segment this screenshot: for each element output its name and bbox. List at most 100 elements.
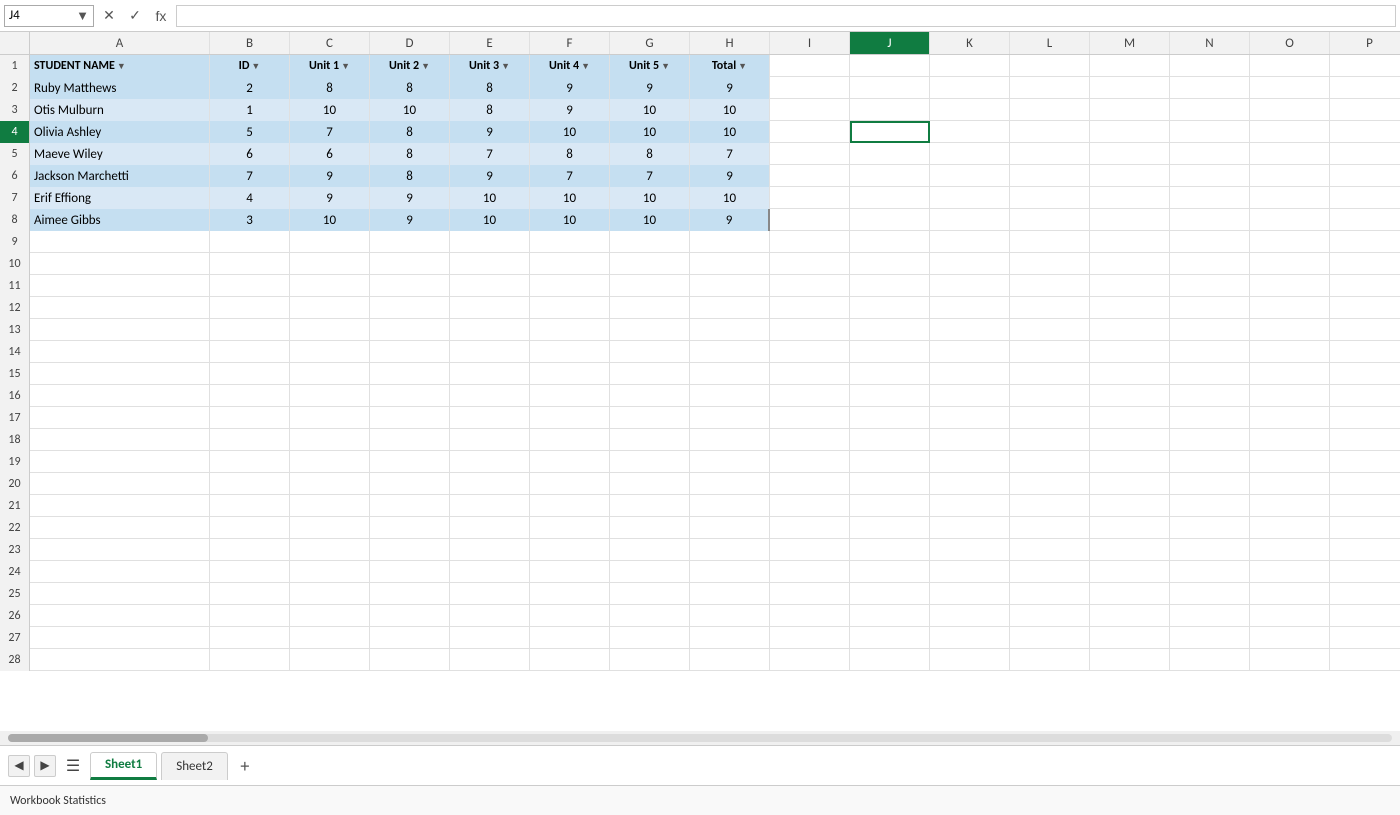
cell-A18[interactable] bbox=[30, 429, 210, 451]
cell-G20[interactable] bbox=[610, 473, 690, 495]
cell-O28[interactable] bbox=[1250, 649, 1330, 671]
cell-C27[interactable] bbox=[290, 627, 370, 649]
cell-F15[interactable] bbox=[530, 363, 610, 385]
cell-I1[interactable] bbox=[770, 55, 850, 77]
cell-C24[interactable] bbox=[290, 561, 370, 583]
column-header-E[interactable]: E bbox=[450, 32, 530, 54]
cell-C2[interactable]: 8 bbox=[290, 77, 370, 99]
cell-N18[interactable] bbox=[1170, 429, 1250, 451]
cell-J14[interactable] bbox=[850, 341, 930, 363]
cell-F28[interactable] bbox=[530, 649, 610, 671]
cell-H13[interactable] bbox=[690, 319, 770, 341]
cell-A19[interactable] bbox=[30, 451, 210, 473]
cell-F14[interactable] bbox=[530, 341, 610, 363]
cell-E20[interactable] bbox=[450, 473, 530, 495]
cell-D20[interactable] bbox=[370, 473, 450, 495]
cell-H15[interactable] bbox=[690, 363, 770, 385]
cell-B17[interactable] bbox=[210, 407, 290, 429]
cell-C4[interactable]: 7 bbox=[290, 121, 370, 143]
cell-G9[interactable] bbox=[610, 231, 690, 253]
cell-P2[interactable] bbox=[1330, 77, 1400, 99]
cell-C19[interactable] bbox=[290, 451, 370, 473]
cell-O12[interactable] bbox=[1250, 297, 1330, 319]
cell-D22[interactable] bbox=[370, 517, 450, 539]
cell-P8[interactable] bbox=[1330, 209, 1400, 231]
cell-D19[interactable] bbox=[370, 451, 450, 473]
cell-M1[interactable] bbox=[1090, 55, 1170, 77]
cell-J1[interactable] bbox=[850, 55, 930, 77]
cell-A22[interactable] bbox=[30, 517, 210, 539]
cell-F25[interactable] bbox=[530, 583, 610, 605]
cell-F7[interactable]: 10 bbox=[530, 187, 610, 209]
cell-M28[interactable] bbox=[1090, 649, 1170, 671]
cell-E11[interactable] bbox=[450, 275, 530, 297]
cell-A12[interactable] bbox=[30, 297, 210, 319]
cell-B11[interactable] bbox=[210, 275, 290, 297]
cell-A28[interactable] bbox=[30, 649, 210, 671]
cell-P9[interactable] bbox=[1330, 231, 1400, 253]
cell-C3[interactable]: 10 bbox=[290, 99, 370, 121]
cell-O16[interactable] bbox=[1250, 385, 1330, 407]
cell-O7[interactable] bbox=[1250, 187, 1330, 209]
cell-E27[interactable] bbox=[450, 627, 530, 649]
cell-F23[interactable] bbox=[530, 539, 610, 561]
cell-I20[interactable] bbox=[770, 473, 850, 495]
cell-L16[interactable] bbox=[1010, 385, 1090, 407]
cell-N11[interactable] bbox=[1170, 275, 1250, 297]
cell-H26[interactable] bbox=[690, 605, 770, 627]
cell-K16[interactable] bbox=[930, 385, 1010, 407]
cell-B28[interactable] bbox=[210, 649, 290, 671]
cell-N2[interactable] bbox=[1170, 77, 1250, 99]
cell-C18[interactable] bbox=[290, 429, 370, 451]
cell-P1[interactable] bbox=[1330, 55, 1400, 77]
cell-L28[interactable] bbox=[1010, 649, 1090, 671]
cell-F4[interactable]: 10 bbox=[530, 121, 610, 143]
cell-F22[interactable] bbox=[530, 517, 610, 539]
cell-B21[interactable] bbox=[210, 495, 290, 517]
cell-M8[interactable] bbox=[1090, 209, 1170, 231]
cell-G4[interactable]: 10 bbox=[610, 121, 690, 143]
cell-I3[interactable] bbox=[770, 99, 850, 121]
cell-P14[interactable] bbox=[1330, 341, 1400, 363]
cell-H20[interactable] bbox=[690, 473, 770, 495]
cell-G11[interactable] bbox=[610, 275, 690, 297]
cell-F18[interactable] bbox=[530, 429, 610, 451]
cell-M17[interactable] bbox=[1090, 407, 1170, 429]
cell-L23[interactable] bbox=[1010, 539, 1090, 561]
cell-B10[interactable] bbox=[210, 253, 290, 275]
cell-O6[interactable] bbox=[1250, 165, 1330, 187]
cell-K28[interactable] bbox=[930, 649, 1010, 671]
cell-N14[interactable] bbox=[1170, 341, 1250, 363]
cell-N7[interactable] bbox=[1170, 187, 1250, 209]
cell-M4[interactable] bbox=[1090, 121, 1170, 143]
cell-J27[interactable] bbox=[850, 627, 930, 649]
cell-F13[interactable] bbox=[530, 319, 610, 341]
cell-F19[interactable] bbox=[530, 451, 610, 473]
cell-B19[interactable] bbox=[210, 451, 290, 473]
cell-P5[interactable] bbox=[1330, 143, 1400, 165]
cell-B24[interactable] bbox=[210, 561, 290, 583]
cell-M25[interactable] bbox=[1090, 583, 1170, 605]
cell-I27[interactable] bbox=[770, 627, 850, 649]
formula-input[interactable] bbox=[176, 5, 1396, 27]
cell-F10[interactable] bbox=[530, 253, 610, 275]
cell-E17[interactable] bbox=[450, 407, 530, 429]
cell-E9[interactable] bbox=[450, 231, 530, 253]
cell-O13[interactable] bbox=[1250, 319, 1330, 341]
cell-B16[interactable] bbox=[210, 385, 290, 407]
cell-E24[interactable] bbox=[450, 561, 530, 583]
cell-D25[interactable] bbox=[370, 583, 450, 605]
cell-L10[interactable] bbox=[1010, 253, 1090, 275]
cell-A5[interactable]: Maeve Wiley bbox=[30, 143, 210, 165]
cell-K1[interactable] bbox=[930, 55, 1010, 77]
cell-L5[interactable] bbox=[1010, 143, 1090, 165]
cell-A23[interactable] bbox=[30, 539, 210, 561]
cell-O18[interactable] bbox=[1250, 429, 1330, 451]
cell-E23[interactable] bbox=[450, 539, 530, 561]
cell-E5[interactable]: 7 bbox=[450, 143, 530, 165]
cell-C14[interactable] bbox=[290, 341, 370, 363]
cell-N1[interactable] bbox=[1170, 55, 1250, 77]
filter-icon-id[interactable]: ▼ bbox=[251, 61, 260, 72]
cell-C22[interactable] bbox=[290, 517, 370, 539]
cell-L8[interactable] bbox=[1010, 209, 1090, 231]
